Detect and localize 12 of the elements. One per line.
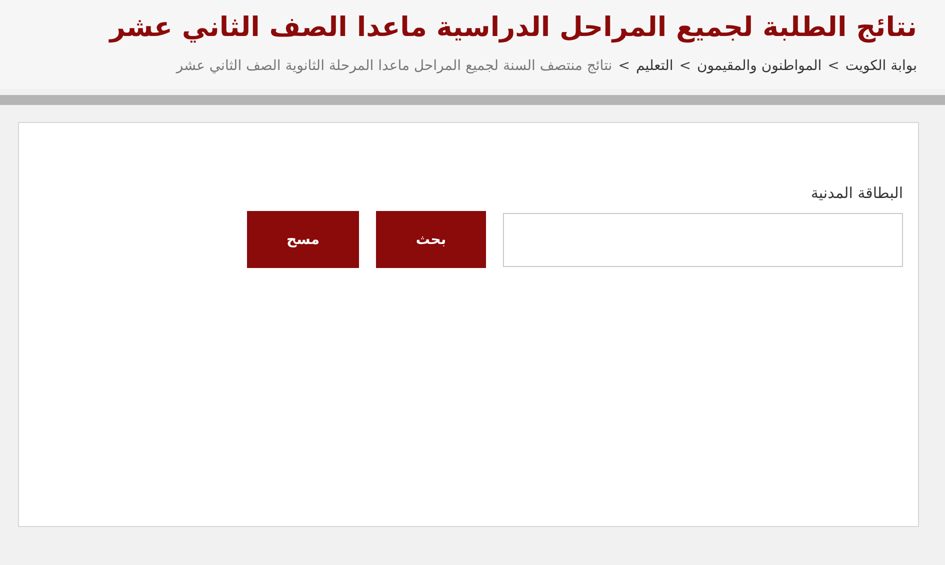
breadcrumb-current: نتائج منتصف السنة لجميع المراحل ماعدا المرحلة الثانوية الصف الثاني عشر [176,57,612,76]
field-label: البطاقة المدنية [810,183,903,204]
breadcrumb-separator: > [679,57,691,76]
form-button[interactable]: بحث [376,211,486,268]
breadcrumb-separator: > [618,57,630,76]
form-button[interactable]: مسح [247,211,359,268]
breadcrumb-link[interactable]: المواطنون والمقيمون [696,50,822,82]
civil-id-field[interactable] [503,212,903,266]
breadcrumb-separator: > [828,57,840,76]
breadcrumb-link[interactable]: بوابة الكويت [845,50,917,82]
breadcrumb-link[interactable]: التعليم [636,50,674,82]
page-title: نتائج الطلبة لجميع المراحل الدراسية ماعدا الصف الثاني عشر [108,11,917,45]
